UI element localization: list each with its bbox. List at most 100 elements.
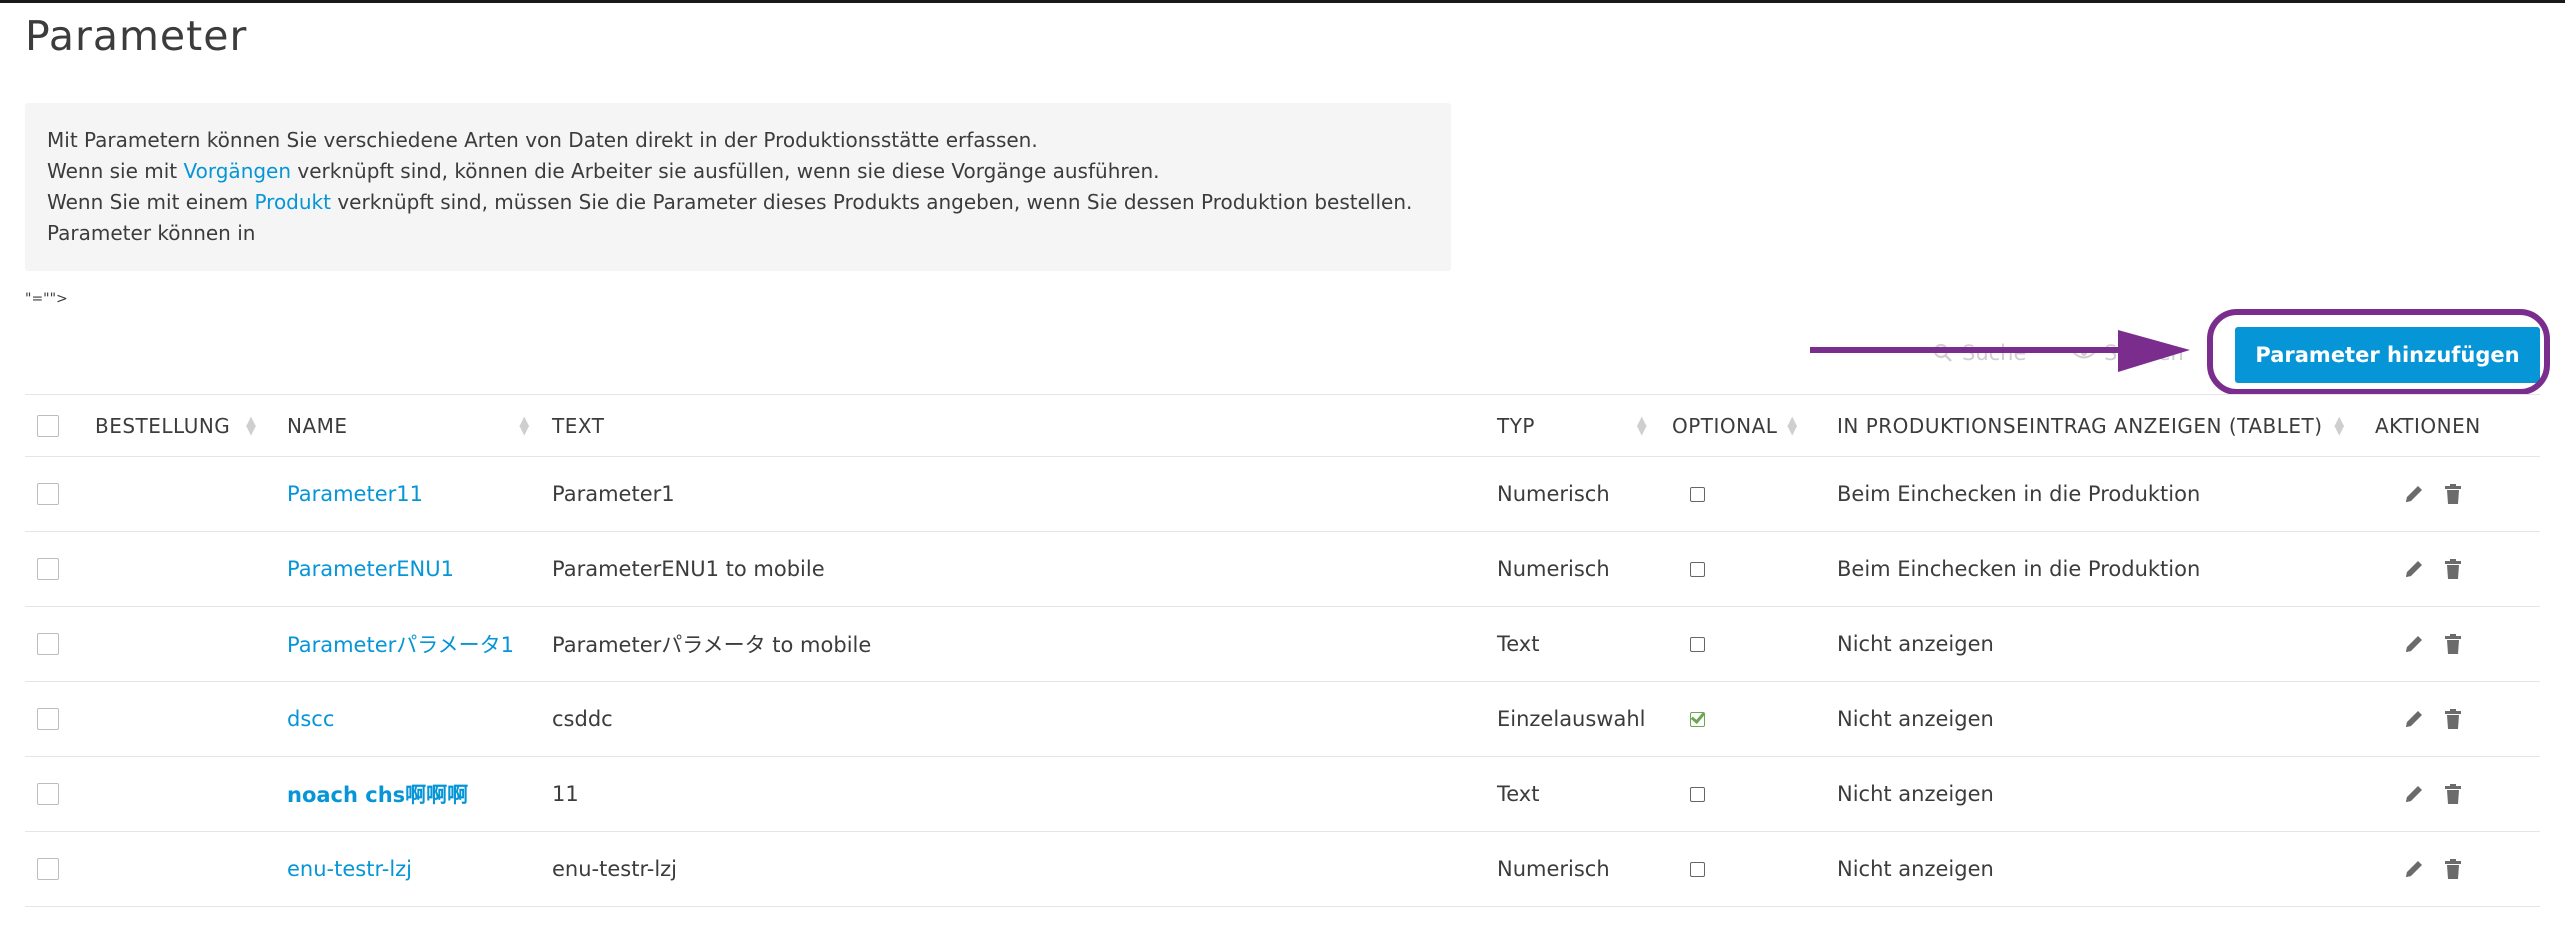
table-row: Parameter11 Parameter1 Numerisch Beim Ei… (25, 457, 2540, 532)
annotation-arrow (1810, 330, 2190, 372)
edit-pencil-icon[interactable] (2403, 483, 2425, 505)
row-checkbox[interactable] (37, 633, 59, 655)
parameter-typ-cell: Text (1497, 757, 1539, 831)
parameter-name-link[interactable]: ParameterENU1 (287, 557, 454, 581)
header-checkbox-cell (37, 395, 59, 456)
parameter-typ: Einzelauswahl (1497, 707, 1646, 731)
info-text: Wenn Sie mit einem (47, 190, 255, 214)
header-text-label: TEXT (552, 413, 605, 438)
edit-pencil-icon[interactable] (2403, 558, 2425, 580)
table-header: BESTELLUNG ▲ ▼ NAME ▲ ▼ TEXT TYP ▲ ▼ OPTIONAL ▲… (25, 394, 2540, 457)
edit-pencil-icon[interactable] (2403, 708, 2425, 730)
actions-cell (2403, 682, 2463, 756)
actions-cell (2403, 457, 2463, 531)
info-line-2: Wenn sie mit Vorgängen verknüpft sind, k… (47, 156, 1412, 187)
header-actions-label: AKTIONEN (2375, 413, 2481, 438)
parameter-name-cell: Parameter11 (287, 457, 423, 531)
row-checkbox[interactable] (37, 708, 59, 730)
unchecked-icon (1690, 786, 1705, 802)
unchecked-icon (1690, 561, 1705, 577)
select-all-checkbox[interactable] (37, 414, 59, 437)
unchecked-icon (1690, 486, 1705, 502)
show-cell: Nicht anzeigen (1837, 607, 1994, 681)
header-actions: AKTIONEN (2375, 395, 2481, 456)
parameter-typ: Numerisch (1497, 482, 1610, 506)
stray-markup-text: "=""> (25, 291, 68, 307)
edit-pencil-icon[interactable] (2403, 633, 2425, 655)
row-checkbox[interactable] (37, 483, 59, 505)
parameter-name-link[interactable]: Parameterパラメータ1 (287, 629, 514, 659)
info-box: Mit Parametern können Sie verschiedene A… (25, 103, 1451, 271)
parameter-typ-cell: Numerisch (1497, 457, 1610, 531)
header-show[interactable]: IN PRODUKTIONSEINTRAG ANZEIGEN (TABLET) ▲… (1837, 395, 2347, 456)
info-text: verknüpft sind, müssen Sie die Parameter… (330, 190, 1413, 214)
parameter-name-link[interactable]: noach chs啊啊啊 (287, 779, 468, 809)
parameter-name-link[interactable]: Parameter11 (287, 482, 423, 506)
sort-icon: ▲ ▼ (1787, 413, 1798, 438)
delete-trash-icon[interactable] (2443, 483, 2463, 505)
vorgaenge-link[interactable]: Vorgängen (184, 159, 292, 183)
parameter-text-cell: Parameter1 (552, 457, 675, 531)
parameter-text: Parameterパラメータ to mobile (552, 633, 872, 657)
parameter-typ: Text (1497, 632, 1540, 656)
parameter-name-cell: ParameterENU1 (287, 532, 454, 606)
parameters-table: BESTELLUNG ▲ ▼ NAME ▲ ▼ TEXT TYP ▲ ▼ OPTIONAL ▲… (25, 394, 2540, 907)
parameter-name-cell: dscc (287, 682, 334, 756)
parameter-text-cell: ParameterENU1 to mobile (552, 532, 825, 606)
info-line-3: Wenn Sie mit einem Produkt verknüpft sin… (47, 187, 1412, 218)
parameter-text-cell: Parameterパラメータ to mobile (552, 607, 871, 681)
parameter-typ-cell: Numerisch (1497, 832, 1610, 906)
header-text: TEXT (552, 395, 604, 456)
header-order[interactable]: BESTELLUNG ▲ ▼ (95, 395, 258, 456)
table-row: ParameterENU1 ParameterENU1 to mobile Nu… (25, 532, 2540, 607)
row-checkbox-cell (37, 682, 59, 756)
parameter-text-cell: 11 (552, 757, 579, 831)
sort-icon: ▲ ▼ (1636, 413, 1648, 438)
delete-trash-icon[interactable] (2443, 633, 2463, 655)
parameter-text: ParameterENU1 to mobile (552, 557, 825, 581)
header-show-label: IN PRODUKTIONSEINTRAG ANZEIGEN (TABLET) (1837, 413, 2323, 438)
show-cell: Beim Einchecken in die Produktion (1837, 532, 2200, 606)
delete-trash-icon[interactable] (2443, 783, 2463, 805)
edit-pencil-icon[interactable] (2403, 858, 2425, 880)
delete-trash-icon[interactable] (2443, 858, 2463, 880)
show-cell: Nicht anzeigen (1837, 832, 1994, 906)
row-checkbox[interactable] (37, 858, 59, 880)
actions-cell (2403, 532, 2463, 606)
show-cell: Beim Einchecken in die Produktion (1837, 457, 2200, 531)
produkt-link[interactable]: Produkt (254, 190, 331, 214)
row-checkbox-cell (37, 832, 59, 906)
parameter-text: csddc (552, 707, 613, 731)
delete-trash-icon[interactable] (2443, 708, 2463, 730)
parameter-text: enu-testr-lzj (552, 857, 678, 881)
show-cell: Nicht anzeigen (1837, 682, 1994, 756)
optional-cell (1690, 832, 1705, 906)
parameter-name-link[interactable]: enu-testr-lzj (287, 857, 412, 881)
table-row: dscc csddc Einzelauswahl Nicht anzeigen (25, 682, 2540, 757)
delete-trash-icon[interactable] (2443, 558, 2463, 580)
info-text: verknüpft sind, können die Arbeiter sie … (291, 159, 1160, 183)
header-optional[interactable]: OPTIONAL ▲ ▼ (1672, 395, 1799, 456)
row-checkbox[interactable] (37, 558, 59, 580)
parameter-name-cell: Parameterパラメータ1 (287, 607, 514, 681)
header-name[interactable]: NAME ▲ ▼ (287, 395, 532, 456)
header-typ[interactable]: TYP ▲ ▼ (1497, 395, 1649, 456)
table-row: Parameterパラメータ1 Parameterパラメータ to mobile… (25, 607, 2540, 682)
optional-cell (1690, 682, 1705, 756)
unchecked-icon (1690, 636, 1705, 652)
checked-icon (1690, 711, 1705, 727)
actions-cell (2403, 757, 2463, 831)
table-row: enu-testr-lzj enu-testr-lzj Numerisch Ni… (25, 832, 2540, 907)
edit-pencil-icon[interactable] (2403, 783, 2425, 805)
actions-cell (2403, 607, 2463, 681)
row-checkbox[interactable] (37, 783, 59, 805)
header-name-label: NAME (287, 413, 348, 438)
add-parameter-button[interactable]: Parameter hinzufügen (2235, 327, 2540, 383)
parameter-name-link[interactable]: dscc (287, 707, 334, 731)
show-cell: Nicht anzeigen (1837, 757, 1994, 831)
row-checkbox-cell (37, 607, 59, 681)
parameter-typ-cell: Einzelauswahl (1497, 682, 1646, 756)
info-text: Wenn sie mit (47, 159, 184, 183)
table-row: noach chs啊啊啊 11 Text Nicht anzeigen (25, 757, 2540, 832)
unchecked-icon (1690, 861, 1705, 877)
